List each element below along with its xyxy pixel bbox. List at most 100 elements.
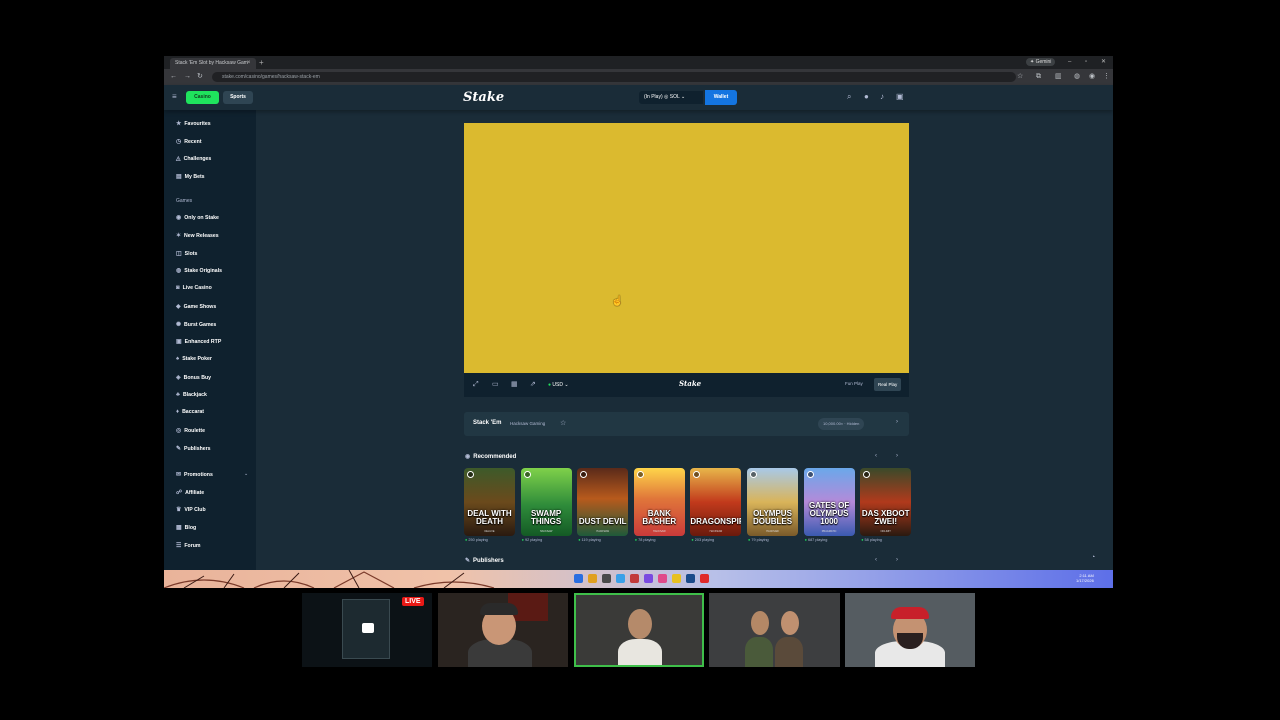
browser-tab[interactable]: Stack 'Em Slot by Hacksaw Gam — [170, 58, 256, 69]
person-body — [618, 639, 662, 665]
chevron-right-icon[interactable]: › — [896, 419, 898, 425]
sidebar-item-publishers[interactable]: ✎ Publishers — [176, 445, 211, 452]
sidebar-item-bonus-buy[interactable]: ◈ Bonus Buy — [176, 374, 211, 381]
theatre-mode-icon[interactable]: ▭ — [492, 380, 499, 390]
game-card-provider: HACKSAW — [653, 530, 666, 533]
sidebar-item-label: Stake Poker — [182, 356, 212, 362]
live-support-icon[interactable]: ◔ — [1091, 554, 1095, 561]
stake-logo[interactable]: Stake — [463, 90, 504, 105]
sidebar-item-new-releases[interactable]: ✶ New Releases — [176, 232, 219, 239]
reload-icon[interactable]: ↻ — [197, 72, 203, 82]
publishers-next-icon[interactable]: › — [896, 557, 898, 563]
game-card[interactable]: DUST DEVIL HACKSAW — [577, 468, 629, 536]
carousel-next-icon[interactable]: › — [896, 453, 898, 459]
sidebar-item-challenges[interactable]: ◬ Challenges — [176, 155, 211, 162]
terminal-icon[interactable] — [602, 574, 611, 583]
stake-originals-icon: ◍ — [176, 268, 182, 275]
max-win-badge: 10,000.00× · Hidden — [818, 418, 865, 430]
sidebar-item-burst-games[interactable]: ✺ Burst Games — [176, 321, 216, 328]
folder-icon[interactable] — [672, 574, 681, 583]
explorer-icon[interactable] — [588, 574, 597, 583]
sidebar-item-game-shows[interactable]: ◆ Game Shows — [176, 303, 216, 310]
url-field[interactable]: stake.com/casino/games/hacksaw-stack-em — [212, 72, 1016, 82]
promotions-icon: ✉ — [176, 472, 182, 478]
maximize-icon[interactable]: ▫ — [1085, 58, 1087, 66]
notification-bell-icon[interactable]: ♪ — [880, 92, 884, 102]
sidebar-item-blog[interactable]: ▦ Blog — [176, 524, 196, 531]
sidebar-item-affiliate[interactable]: ☍ Affiliate — [176, 489, 204, 496]
bookmark-icon[interactable]: ☆ — [1017, 72, 1023, 82]
discord-icon[interactable] — [644, 574, 653, 583]
sidebar-item-my-bets[interactable]: ▤ My Bets — [176, 173, 205, 180]
carousel-prev-icon[interactable]: ‹ — [875, 453, 877, 459]
app-icon[interactable] — [658, 574, 667, 583]
publishers-prev-icon[interactable]: ‹ — [875, 557, 877, 563]
popout-icon[interactable]: ⇗ — [530, 380, 536, 390]
menu-icon[interactable]: ≡ — [172, 92, 177, 101]
game-card[interactable]: DEAL WITH DEATH DELUXE — [464, 468, 515, 536]
usd-coin-icon: ● — [548, 382, 552, 388]
game-card[interactable]: DRAGONSPIRE HACKSAW — [690, 468, 742, 536]
minimize-icon[interactable]: – — [1068, 58, 1071, 66]
sidebar-item-live-casino[interactable]: ◙ Live Casino — [176, 285, 212, 291]
toolbar-stake-logo: Stake — [679, 379, 702, 388]
blog-icon: ▦ — [176, 525, 182, 532]
sidepanel-icon[interactable]: ▥ — [1055, 72, 1062, 82]
sidebar-item-forum[interactable]: ☰ Forum — [176, 542, 201, 549]
casino-button[interactable]: Casino — [186, 91, 219, 104]
game-card-provider: HACKSAW — [766, 530, 779, 533]
browser-menu-icon[interactable]: ⋮ — [1103, 72, 1110, 82]
sidebar-item-baccarat[interactable]: ♦ Baccarat — [176, 409, 204, 415]
game-card[interactable]: BANK BASHER HACKSAW — [633, 468, 685, 536]
profile-icon[interactable]: ◍ — [1074, 72, 1080, 82]
fun-play-toggle[interactable]: Fun Play — [845, 381, 863, 386]
sidebar-item-promotions[interactable]: ✉ Promotions — [176, 471, 213, 478]
chrome-icon[interactable] — [616, 574, 625, 583]
stats-icon[interactable]: ▦ — [511, 380, 518, 390]
sidebar-item-recent[interactable]: ◷ Recent — [176, 138, 202, 145]
promotions-chevron-icon[interactable]: ⌄ — [244, 471, 248, 477]
sidebar-item-roulette[interactable]: ◎ Roulette — [176, 427, 205, 434]
enhanced-rtp-icon: ▣ — [176, 339, 182, 346]
sidebar-item-stake-poker[interactable]: ♠ Stake Poker — [176, 356, 212, 362]
sidebar-item-vip-club[interactable]: ♛ VIP Club — [176, 506, 206, 513]
game-card[interactable]: SWAMP THINGS HACKSAW — [520, 468, 572, 536]
back-icon[interactable]: ← — [170, 72, 177, 82]
game-info-bar[interactable]: Stack 'Em Hacksaw Gaming ☆ 10,000.00× · … — [464, 412, 909, 436]
stake-poker-icon: ♠ — [176, 356, 180, 362]
sidebar-item-only-on-stake[interactable]: ◉ Only on Stake — [176, 214, 219, 221]
window-close-icon[interactable]: ✕ — [1101, 58, 1106, 66]
real-play-toggle[interactable]: Real Play — [874, 378, 902, 391]
record-icon[interactable] — [700, 574, 709, 583]
favourite-star-icon[interactable]: ☆ — [560, 419, 566, 427]
currency-selector[interactable]: ● USD ⌄ — [548, 380, 569, 390]
search-icon[interactable]: ⌕ — [847, 92, 851, 102]
game-card[interactable]: GATES OF OLYMPUS 1000 PRAGMATIC — [803, 468, 855, 536]
sidebar-item-enhanced-rtp[interactable]: ▣ Enhanced RTP — [176, 338, 221, 345]
provider-badge-icon — [863, 471, 871, 478]
sidebar-item-stake-originals[interactable]: ◍ Stake Originals — [176, 267, 222, 274]
sidebar-item-slots[interactable]: ◫ Slots — [176, 250, 197, 257]
game-canvas[interactable] — [464, 123, 909, 373]
forward-icon[interactable]: → — [184, 72, 191, 82]
download-icon[interactable]: ◉ — [1089, 72, 1095, 82]
game-card[interactable]: OLYMPUS DOUBLES HACKSAW — [747, 468, 798, 536]
new-tab-icon[interactable]: + — [259, 58, 264, 68]
balance-selector[interactable]: (In Play) ◎ SOL ⌄ — [639, 91, 703, 104]
extension-icon[interactable]: ⧉ — [1036, 72, 1041, 82]
tab-close-icon[interactable]: × — [247, 58, 251, 69]
fullscreen-icon[interactable]: ⤢ — [473, 380, 479, 390]
system-clock[interactable]: 2:11 AM 1/17/2026 — [1076, 573, 1094, 583]
sports-button[interactable]: Sports — [223, 91, 253, 104]
sidebar-item-favourites[interactable]: ★ Favourites — [176, 120, 211, 127]
gemini-button[interactable]: ✦ Gemini — [1026, 58, 1056, 66]
wallet-button[interactable]: Wallet — [705, 90, 737, 105]
chat-panel-icon[interactable]: ▣ — [896, 92, 904, 102]
start-icon[interactable] — [574, 574, 583, 583]
game-provider[interactable]: Hacksaw Gaming — [510, 421, 545, 426]
steam-icon[interactable] — [686, 574, 695, 583]
game-card[interactable]: DAS XBOOT ZWEI! NOLIMIT — [860, 468, 912, 536]
sidebar-item-blackjack[interactable]: ♣ Blackjack — [176, 392, 207, 398]
user-icon[interactable]: ● — [864, 92, 869, 102]
obs-icon[interactable] — [630, 574, 639, 583]
